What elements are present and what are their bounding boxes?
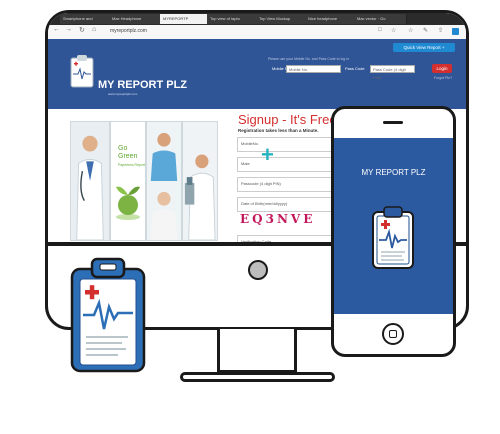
- monitor-stand: [217, 329, 297, 373]
- home-icon[interactable]: ⌂: [92, 26, 96, 33]
- captcha-image: EQ3NVE: [240, 212, 316, 226]
- browser-tab[interactable]: Smartphone and: [60, 14, 113, 24]
- login-hint: Please use your Mobile No. and Pass Code…: [268, 57, 349, 61]
- signup-title: Signup - It's Free: [238, 112, 337, 127]
- quick-view-report-button[interactable]: Quick View Report +: [393, 43, 455, 52]
- green-globe-icon: [116, 186, 140, 220]
- forward-icon[interactable]: →: [65, 26, 72, 33]
- browser-tab[interactable]: Top view of lapto: [207, 14, 260, 24]
- browser-tab-active[interactable]: MYREPORTP: [160, 14, 211, 24]
- site-logo-subtext: www.myreportplz.com: [108, 92, 138, 96]
- clipboard-heartbeat-icon: [372, 206, 414, 269]
- back-icon[interactable]: ←: [53, 26, 60, 33]
- login-button[interactable]: Login: [432, 64, 452, 73]
- browser-tab[interactable]: Top View Mockup: [256, 14, 309, 24]
- monitor-base: [180, 372, 335, 382]
- go-green-subtitle: Paperless Report: [118, 163, 146, 167]
- site-logo-text[interactable]: MY REPORT PLZ: [98, 79, 187, 91]
- forgot-pin-link[interactable]: Forgot Pin?: [434, 76, 452, 80]
- browser-tab[interactable]: Nice headphone: [305, 14, 358, 24]
- browser-tab[interactable]: Max Headphone: [109, 14, 164, 24]
- go-green-title: Go Green: [118, 145, 138, 160]
- favorite-icon[interactable]: ☆: [391, 27, 396, 34]
- reading-view-icon[interactable]: □: [378, 27, 382, 33]
- share-icon[interactable]: ⇧: [438, 27, 443, 34]
- notes-icon[interactable]: ✎: [423, 27, 428, 34]
- clipboard-logo-icon: [70, 55, 94, 88]
- signup-subtitle: Registration takes less than a Minute.: [238, 128, 319, 133]
- scientist-photo: [182, 121, 218, 241]
- phone-app-title: MY REPORT PLZ: [361, 168, 426, 177]
- browser-tab[interactable]: Mac vector · Go: [354, 14, 407, 24]
- nurse-photo: [146, 121, 182, 241]
- mobile-input[interactable]: Mobile No.: [286, 65, 341, 73]
- signup-dob-field[interactable]: Date of Birth(mm/dd/yyyy): [237, 197, 337, 212]
- power-button-icon: [248, 260, 268, 280]
- phone-speaker: [383, 121, 403, 124]
- url-field[interactable]: myreportplz.com: [110, 28, 147, 34]
- clipboard-heartbeat-icon: [70, 257, 146, 373]
- signup-passcode-field[interactable]: Passcode (4 digit PIN): [237, 177, 337, 192]
- hub-icon[interactable]: ☆: [408, 27, 413, 34]
- doctor-photo: [70, 121, 110, 241]
- plus-icon: +: [261, 142, 274, 167]
- pass-code-label: Pass Code: [345, 66, 365, 71]
- reload-icon[interactable]: ↻: [79, 26, 85, 34]
- signup-mobile-field[interactable]: MobileNo.: [237, 137, 337, 152]
- feedback-icon[interactable]: [452, 28, 459, 35]
- signup-gender-select[interactable]: Male: [237, 157, 337, 172]
- home-button-inner: [389, 330, 397, 338]
- pass-code-input[interactable]: Pass Code (4 digit PIN): [370, 65, 415, 80]
